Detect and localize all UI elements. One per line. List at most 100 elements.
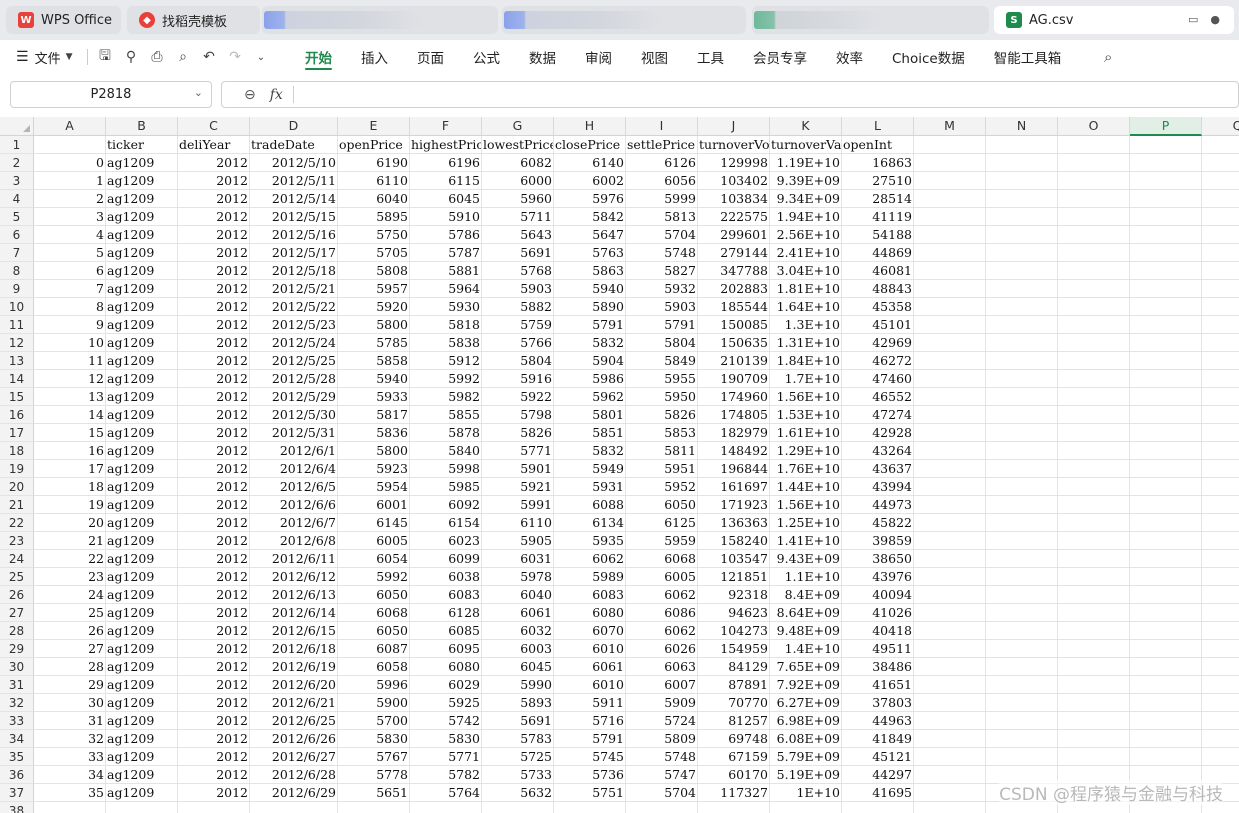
cell[interactable]: 6.98E+09 (770, 712, 842, 730)
cell[interactable]: 33 (34, 748, 106, 766)
cell[interactable]: 2012 (178, 298, 250, 316)
column-header-d[interactable]: D (250, 117, 338, 136)
cell[interactable] (986, 226, 1058, 244)
cell[interactable] (914, 424, 986, 442)
cell[interactable] (986, 334, 1058, 352)
cell[interactable] (986, 640, 1058, 658)
cell[interactable]: 28514 (842, 190, 914, 208)
cell[interactable]: 2012/5/18 (250, 262, 338, 280)
cell[interactable]: 2012 (178, 334, 250, 352)
cell[interactable]: 5986 (554, 370, 626, 388)
cell[interactable]: 8.4E+09 (770, 586, 842, 604)
cell[interactable]: 2012 (178, 604, 250, 622)
cell[interactable] (914, 226, 986, 244)
cell[interactable]: 5811 (626, 442, 698, 460)
cell[interactable]: ag1209 (106, 748, 178, 766)
cell[interactable]: 1.44E+10 (770, 478, 842, 496)
cell[interactable] (914, 442, 986, 460)
cell[interactable] (1202, 496, 1239, 514)
cell[interactable]: ag1209 (106, 586, 178, 604)
cell[interactable]: ag1209 (106, 244, 178, 262)
cell[interactable] (1130, 244, 1202, 262)
cell[interactable]: 1.25E+10 (770, 514, 842, 532)
cell[interactable]: 9.48E+09 (770, 622, 842, 640)
cell[interactable]: 5905 (482, 532, 554, 550)
cell[interactable]: 5691 (482, 244, 554, 262)
cell[interactable]: ag1209 (106, 280, 178, 298)
cell[interactable]: 24 (34, 586, 106, 604)
cell[interactable]: 5957 (338, 280, 410, 298)
cell[interactable]: 26 (34, 622, 106, 640)
cell[interactable] (1058, 154, 1130, 172)
cell[interactable]: 2012 (178, 424, 250, 442)
column-header-q[interactable]: Q (1202, 117, 1239, 136)
cell[interactable]: 1.3E+10 (770, 316, 842, 334)
cell[interactable]: 21 (34, 532, 106, 550)
cell[interactable]: 279144 (698, 244, 770, 262)
cell[interactable] (986, 244, 1058, 262)
cell[interactable]: 182979 (698, 424, 770, 442)
cell[interactable] (914, 352, 986, 370)
cell[interactable]: 6031 (482, 550, 554, 568)
cell[interactable]: 5.19E+09 (770, 766, 842, 784)
cell[interactable]: 2012/5/31 (250, 424, 338, 442)
cell[interactable]: 28 (34, 658, 106, 676)
cell[interactable]: 5851 (554, 424, 626, 442)
cell[interactable]: turnoverValue (770, 136, 842, 154)
cell[interactable]: 25 (34, 604, 106, 622)
cell[interactable] (986, 568, 1058, 586)
cell[interactable]: deliYear (178, 136, 250, 154)
cell[interactable] (1202, 604, 1239, 622)
cell[interactable]: 5778 (338, 766, 410, 784)
cell[interactable] (1130, 532, 1202, 550)
cell[interactable]: 9.43E+09 (770, 550, 842, 568)
row-header[interactable]: 3 (0, 172, 34, 190)
row-header[interactable]: 37 (0, 784, 34, 802)
cell[interactable]: 2012/6/4 (250, 460, 338, 478)
cell[interactable]: 5853 (626, 424, 698, 442)
cell[interactable]: 1.53E+10 (770, 406, 842, 424)
cell[interactable]: 6068 (626, 550, 698, 568)
cell[interactable]: ag1209 (106, 478, 178, 496)
cell[interactable]: 6154 (410, 514, 482, 532)
cell[interactable] (1058, 640, 1130, 658)
cell[interactable] (1058, 730, 1130, 748)
cell[interactable] (914, 712, 986, 730)
cell[interactable]: 6032 (482, 622, 554, 640)
cell[interactable]: 2012 (178, 712, 250, 730)
cell[interactable]: 5910 (410, 208, 482, 226)
cell[interactable]: 5751 (554, 784, 626, 802)
cell[interactable]: 1.64E+10 (770, 298, 842, 316)
window-icon[interactable]: ▭ (1188, 13, 1198, 26)
menu-formula[interactable]: 公式 (473, 40, 500, 74)
cell[interactable]: ag1209 (106, 424, 178, 442)
cell[interactable]: ag1209 (106, 550, 178, 568)
cell[interactable]: 5858 (338, 352, 410, 370)
cell[interactable] (770, 802, 842, 813)
cell[interactable] (914, 478, 986, 496)
cell[interactable]: 32 (34, 730, 106, 748)
cell[interactable]: 5855 (410, 406, 482, 424)
cell[interactable]: ag1209 (106, 334, 178, 352)
cell[interactable]: 6010 (554, 640, 626, 658)
cell[interactable]: 1E+10 (770, 784, 842, 802)
cell[interactable]: 2012/6/27 (250, 748, 338, 766)
cell[interactable]: 5989 (554, 568, 626, 586)
row-header[interactable]: 38 (0, 802, 34, 813)
cell[interactable] (1058, 712, 1130, 730)
cell[interactable] (986, 514, 1058, 532)
cell[interactable] (1130, 280, 1202, 298)
cell[interactable] (1058, 604, 1130, 622)
cell[interactable] (914, 784, 986, 802)
cell[interactable]: 6126 (626, 154, 698, 172)
cell[interactable]: 2012/5/21 (250, 280, 338, 298)
cell[interactable]: 1.41E+10 (770, 532, 842, 550)
cell[interactable] (1058, 658, 1130, 676)
cell[interactable]: ag1209 (106, 784, 178, 802)
cell[interactable]: 2012/5/15 (250, 208, 338, 226)
cell[interactable] (986, 532, 1058, 550)
cell[interactable]: 6092 (410, 496, 482, 514)
tab-wps-office[interactable]: W WPS Office (6, 6, 121, 34)
cell[interactable]: ag1209 (106, 154, 178, 172)
cell[interactable] (986, 208, 1058, 226)
